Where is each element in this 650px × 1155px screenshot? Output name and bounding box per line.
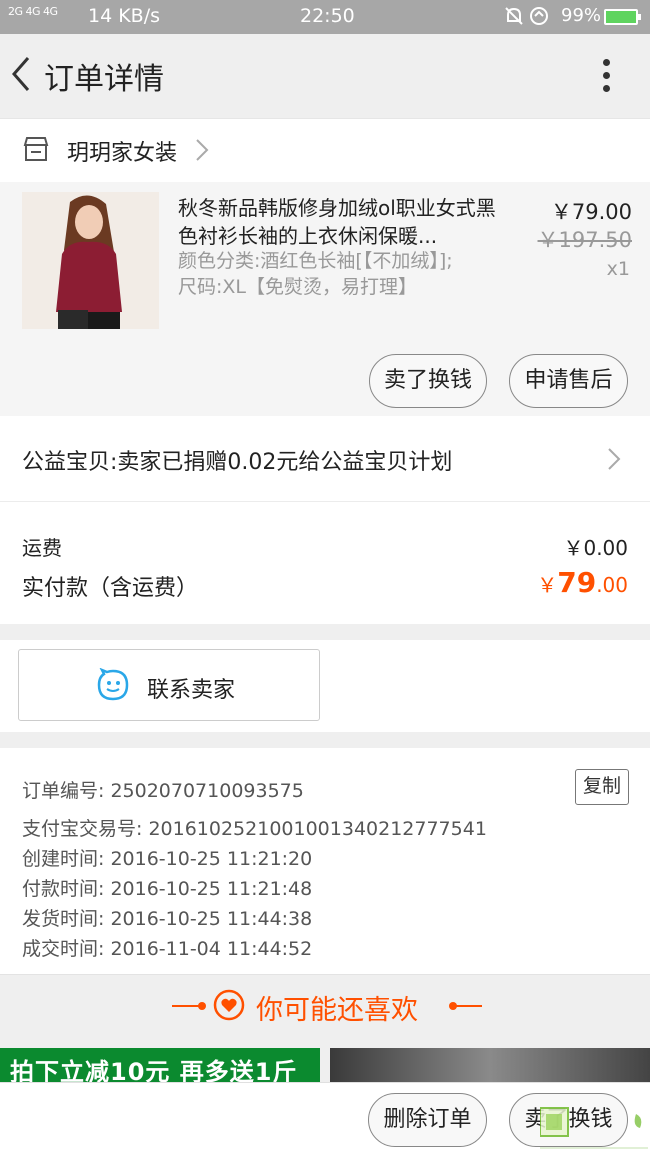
title-bar: 订单详情 — [0, 34, 650, 118]
contact-section: 联系卖家 — [0, 640, 650, 732]
alipay-number: 支付宝交易号: 2016102521001001340212777541 — [22, 818, 487, 840]
original-price: ￥197.50 — [537, 228, 632, 252]
product-title[interactable]: 秋冬新品韩版修身加绒ol职业女式黑色衬衫长袖的上衣休闲保暖... — [178, 194, 498, 250]
contact-seller-button[interactable]: 联系卖家 — [18, 649, 320, 721]
charity-text: 公益宝贝:卖家已捐赠0.02元给公益宝贝计划 — [22, 450, 453, 475]
shipping-label: 运费 — [22, 536, 62, 560]
charity-row[interactable]: 公益宝贝:卖家已捐赠0.02元给公益宝贝计划 — [0, 416, 650, 502]
product-item: 秋冬新品韩版修身加绒ol职业女式黑色衬衫长袖的上衣休闲保暖... 颜色分类:酒红… — [0, 182, 650, 416]
shop-name: 玥玥家女装 — [67, 141, 178, 166]
alarm-icon — [505, 5, 555, 32]
status-bar: 2G 4G 4G 14 KB/s 22:50 99% — [0, 0, 650, 34]
more-menu-icon[interactable] — [596, 56, 616, 96]
product-price: ￥79.00 — [550, 200, 632, 224]
order-info: 订单编号: 2502070710093575 复制 支付宝交易号: 201610… — [0, 748, 650, 974]
network-speed: 14 KB/s — [88, 5, 161, 27]
signal-icon: 2G 4G 4G — [8, 5, 58, 18]
battery-icon — [604, 9, 641, 25]
paid-integer: 79 — [557, 566, 597, 599]
recommend-title: 你可能还喜欢 — [256, 995, 418, 1026]
delete-order-button[interactable]: 删除订单 — [368, 1093, 487, 1147]
paid-currency: ￥ — [537, 573, 558, 597]
store-icon — [22, 135, 50, 167]
clock: 22:50 — [300, 5, 355, 27]
chat-icon — [96, 667, 130, 706]
heart-icon — [213, 989, 245, 1025]
order-number: 订单编号: 2502070710093575 — [22, 780, 304, 802]
paid-time: 付款时间: 2016-10-25 11:21:48 — [22, 878, 313, 900]
back-arrow-icon[interactable] — [8, 54, 38, 94]
paid-amount: ￥79.00 — [537, 566, 628, 599]
copy-button[interactable]: 复制 — [575, 769, 629, 805]
page-title: 订单详情 — [44, 62, 164, 97]
paid-label: 实付款（含运费） — [22, 576, 199, 601]
shipping-value: ￥0.00 — [563, 536, 628, 560]
divider — [198, 1002, 206, 1010]
divider — [452, 1005, 482, 1007]
shop-row[interactable]: 玥玥家女装 — [0, 118, 650, 182]
product-spec: 颜色分类:酒红色长袖[【不加绒】];尺码:XL【免熨烫，易打理】 — [178, 250, 453, 298]
paid-decimal: .00 — [596, 573, 628, 597]
chevron-right-icon — [606, 446, 622, 476]
battery-percent: 99% — [561, 5, 602, 26]
after-sale-button[interactable]: 申请售后 — [509, 354, 628, 408]
watermark-logo — [539, 1104, 650, 1154]
contact-seller-label: 联系卖家 — [147, 678, 236, 703]
product-quantity: x1 — [606, 258, 630, 280]
chevron-right-icon — [194, 137, 210, 167]
fees-section: 运费 ￥0.00 实付款（含运费） ￥79.00 — [0, 502, 650, 624]
sell-for-cash-button[interactable]: 卖了换钱 — [369, 354, 487, 408]
product-image[interactable] — [22, 192, 159, 329]
completed-time: 成交时间: 2016-11-04 11:44:52 — [22, 938, 313, 960]
created-time: 创建时间: 2016-10-25 11:21:20 — [22, 848, 313, 870]
shipped-time: 发货时间: 2016-10-25 11:44:38 — [22, 908, 313, 930]
recommend-header: 你可能还喜欢 — [0, 974, 650, 1038]
